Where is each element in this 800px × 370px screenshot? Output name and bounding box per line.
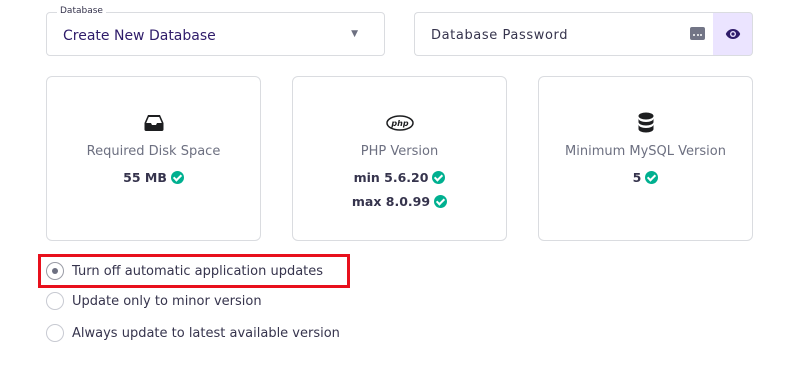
database-password-placeholder: Database Password: [431, 28, 569, 43]
card-title: PHP Version: [360, 144, 439, 159]
card-value-row: 55 MB: [47, 170, 260, 185]
install-settings-panel: Database Create New Database ▼ Database …: [0, 0, 800, 370]
radio-option-label: Always update to latest available versio…: [72, 325, 340, 341]
radio-button[interactable]: [46, 262, 64, 280]
database-password-field[interactable]: Database Password: [414, 12, 713, 56]
card-value-row: min 5.6.20: [293, 170, 506, 185]
card-value-row: 5: [539, 170, 752, 185]
radio-button[interactable]: [46, 324, 64, 342]
check-circle-icon: [170, 171, 184, 184]
check-circle-icon: [432, 171, 446, 184]
database-icon: [539, 111, 752, 135]
card-value: 55 MB: [123, 170, 167, 185]
disk-space-card: Required Disk Space 55 MB: [46, 76, 261, 241]
check-circle-icon: [645, 171, 659, 184]
radio-option-latest-updates[interactable]: Always update to latest available versio…: [46, 324, 340, 342]
database-select-label: Database: [57, 6, 106, 16]
database-select[interactable]: Database Create New Database ▼: [46, 6, 385, 56]
radio-option-label: Update only to minor version: [72, 293, 262, 309]
card-value: max 8.0.99: [351, 194, 431, 209]
card-value: 5: [632, 170, 642, 185]
card-value-row: max 8.0.99: [293, 194, 506, 209]
radio-option-turn-off-updates[interactable]: Turn off automatic application updates: [46, 262, 323, 280]
radio-button[interactable]: [46, 292, 64, 310]
mysql-version-card: Minimum MySQL Version 5: [538, 76, 753, 241]
eye-icon: [725, 29, 741, 39]
check-circle-icon: [434, 195, 448, 208]
password-generator-icon[interactable]: [690, 27, 705, 40]
card-value: min 5.6.20: [353, 170, 429, 185]
php-version-card: php PHP Version min 5.6.20 max 8.0.99: [292, 76, 507, 241]
chevron-down-icon: ▼: [351, 29, 358, 39]
radio-option-label: Turn off automatic application updates: [72, 263, 324, 279]
card-title: Required Disk Space: [86, 144, 221, 159]
svg-text:php: php: [390, 119, 408, 128]
inbox-tray-icon: [47, 111, 260, 135]
php-logo-icon: php: [293, 111, 506, 135]
database-select-value: Create New Database: [63, 28, 216, 44]
card-title: Minimum MySQL Version: [565, 144, 726, 159]
radio-option-minor-updates[interactable]: Update only to minor version: [46, 292, 262, 310]
toggle-password-visibility-button[interactable]: [713, 12, 753, 56]
